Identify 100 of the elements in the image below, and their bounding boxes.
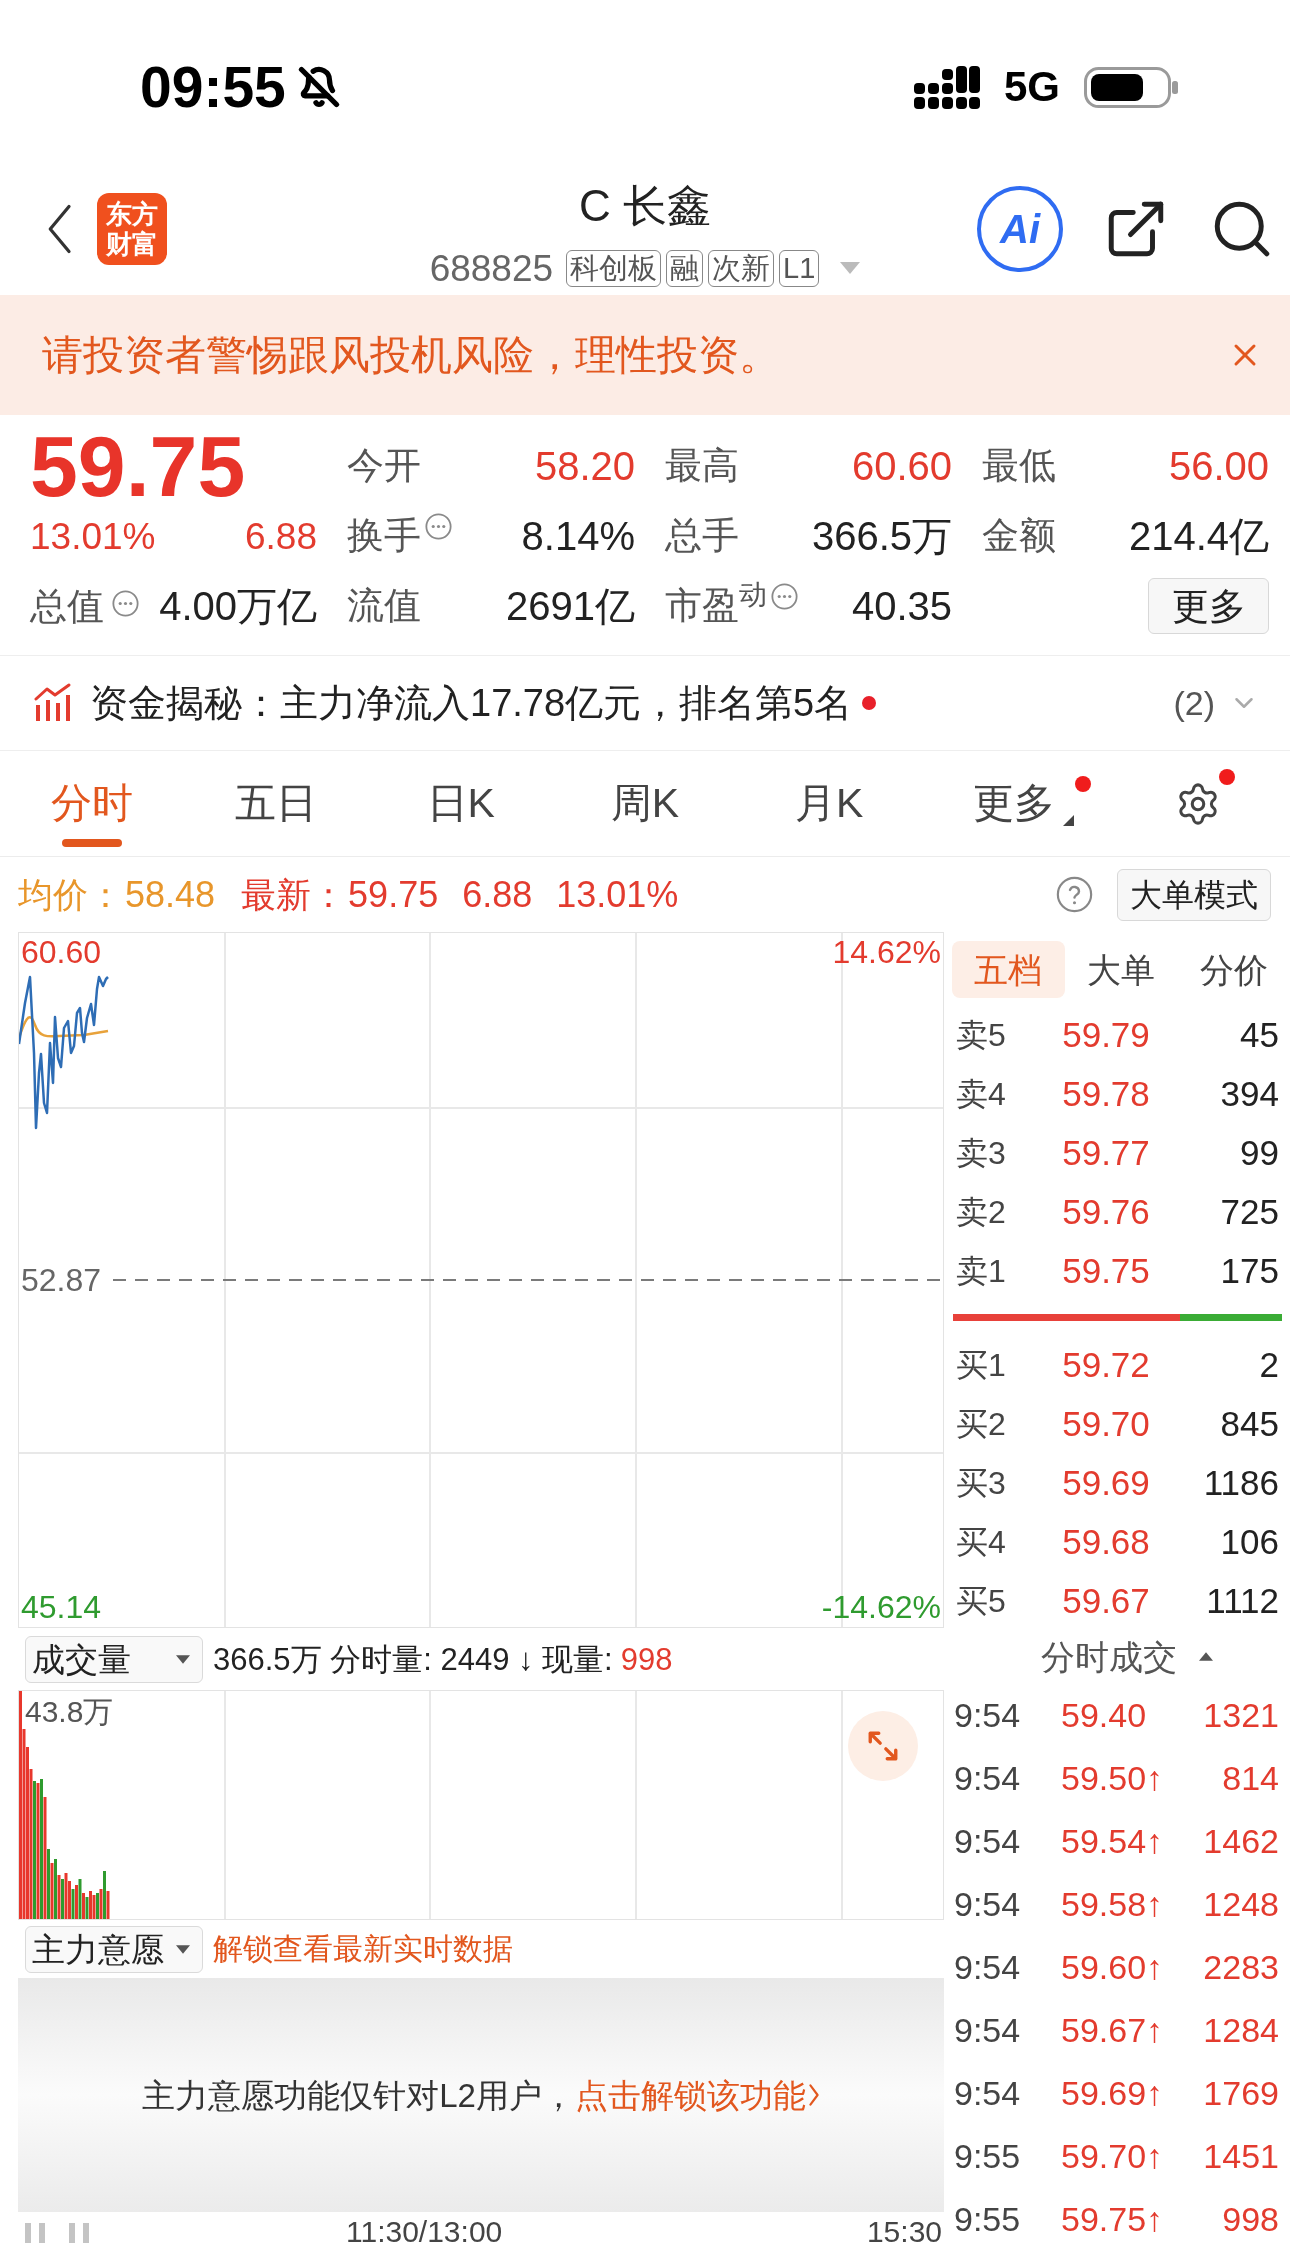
order-price: 59.68 xyxy=(1061,1524,1151,1559)
trades-title: 分时成交 xyxy=(1041,1639,1177,1674)
unlock-message: 主力意愿功能仅针对L2用户， xyxy=(142,2078,575,2112)
order-book-tab[interactable]: 大单 xyxy=(1064,941,1178,998)
order-volume: 175 xyxy=(1219,1253,1279,1288)
low-percent-label: -14.62% xyxy=(821,1591,941,1623)
order-volume: 845 xyxy=(1219,1406,1279,1441)
stat-label: 今开 xyxy=(347,444,421,488)
chart-tab[interactable]: 分时 xyxy=(51,751,134,856)
price-change: 6.88 xyxy=(462,876,533,913)
risk-notice-text: 请投资者警惕跟风投机风险，理性投资。 xyxy=(42,334,780,376)
ellipsis-circle-icon[interactable] xyxy=(112,589,139,617)
help-icon[interactable] xyxy=(1056,876,1093,913)
stock-tag: 融 xyxy=(666,249,704,287)
unlock-hint[interactable]: 解锁查看最新实时数据 xyxy=(213,1934,513,1964)
quote-price: 59.75 xyxy=(30,423,246,509)
stock-tag: L1 xyxy=(779,249,820,287)
stock-tag: 次新 xyxy=(708,249,775,287)
order-price: 59.69 xyxy=(1061,1465,1151,1500)
chart-tab[interactable]: 月K xyxy=(795,751,864,856)
fund-flow-count[interactable]: (2) xyxy=(1173,686,1215,720)
order-volume: 99 xyxy=(1239,1135,1279,1170)
chart-tab[interactable]: 五日 xyxy=(235,751,318,856)
more-button[interactable]: 更多 xyxy=(1148,578,1269,634)
average-price: 58.48 xyxy=(125,876,216,913)
tab-indicator xyxy=(62,839,123,847)
order-price: 59.70 xyxy=(1061,1406,1151,1441)
order-price: 59.72 xyxy=(1061,1347,1151,1382)
unlock-link[interactable]: 点击解锁该功能 xyxy=(574,2078,820,2112)
trade-time: 9:55 xyxy=(954,2138,1022,2173)
trade-volume: 1248 xyxy=(1203,1886,1279,1921)
trade-volume: 998 xyxy=(1222,2201,1279,2236)
change-amount: 6.88 xyxy=(245,517,317,555)
indicator-select[interactable]: 成交量 xyxy=(25,1635,203,1683)
order-level-label: 买1 xyxy=(956,1348,1007,1381)
order-level-label: 卖5 xyxy=(956,1018,1007,1051)
order-price: 59.77 xyxy=(1061,1135,1151,1170)
trade-time: 9:54 xyxy=(954,2012,1022,2047)
stat-label: 换手 xyxy=(347,514,421,558)
order-level-label: 买3 xyxy=(956,1466,1007,1499)
trade-price: 59.69↑ xyxy=(1061,2075,1165,2110)
ai-assistant-button[interactable]: Ai xyxy=(977,186,1063,272)
low-price-label: 45.14 xyxy=(21,1591,102,1623)
order-level-label: 买2 xyxy=(956,1407,1007,1440)
stock-tag: 科创板 xyxy=(566,249,662,287)
order-book-tab[interactable]: 分价 xyxy=(1177,941,1290,998)
trade-time: 9:54 xyxy=(954,1697,1022,1732)
trade-volume: 1462 xyxy=(1203,1823,1279,1858)
chart-tab[interactable]: 周K xyxy=(610,751,680,856)
order-price: 59.67 xyxy=(1061,1583,1151,1618)
stat-value: 214.4亿 xyxy=(1128,516,1269,556)
order-volume: 1186 xyxy=(1202,1465,1279,1500)
caret-icon xyxy=(840,262,861,274)
current-volume: 998 xyxy=(620,1643,673,1675)
trade-price: 59.50↑ xyxy=(1061,1760,1165,1795)
order-level-label: 卖3 xyxy=(956,1136,1007,1169)
indicator-select[interactable]: 主力意愿 xyxy=(25,1925,203,1973)
network-label: 5G xyxy=(1003,66,1060,108)
high-price-label: 60.60 xyxy=(21,936,102,968)
large-order-mode-button[interactable]: 大单模式 xyxy=(1117,868,1271,921)
trade-time: 9:54 xyxy=(954,1949,1022,1984)
battery-icon xyxy=(1084,66,1178,108)
order-volume: 725 xyxy=(1219,1194,1279,1229)
app-logo[interactable]: 东方 财富 xyxy=(97,193,167,265)
stat-label: 最高 xyxy=(665,444,739,488)
order-price: 59.76 xyxy=(1061,1194,1151,1229)
trade-price: 59.70↑ xyxy=(1061,2138,1165,2173)
trade-volume: 2283 xyxy=(1203,1949,1279,1984)
latest-price-label: 最新： xyxy=(241,877,347,912)
stat-label: 最低 xyxy=(982,444,1056,488)
caret-icon xyxy=(176,1944,190,1954)
trade-volume: 1284 xyxy=(1203,2012,1279,2047)
order-price: 59.75 xyxy=(1061,1253,1151,1288)
ellipsis-circle-icon[interactable] xyxy=(425,513,452,540)
time-axis-label: 11:30/13:00 xyxy=(346,2216,503,2247)
trade-time: 9:54 xyxy=(954,2075,1022,2110)
latest-price: 59.75 xyxy=(348,876,439,913)
trade-volume: 1321 xyxy=(1203,1697,1279,1732)
stat-value: 58.20 xyxy=(534,446,635,486)
status-time: 09:55 xyxy=(140,58,286,116)
ellipsis-circle-icon[interactable] xyxy=(771,583,798,610)
order-volume: 394 xyxy=(1219,1076,1279,1111)
signal-icon xyxy=(913,65,980,109)
change-percent: 13.01% xyxy=(30,517,156,555)
order-volume: 2 xyxy=(1258,1347,1279,1382)
order-price: 59.78 xyxy=(1061,1076,1151,1111)
volume-summary: 366.5万 分时量: 2449 ↓ 现量: xyxy=(213,1643,613,1675)
previous-close-label: 52.87 xyxy=(21,1264,102,1296)
order-price: 59.79 xyxy=(1061,1017,1151,1052)
stock-code: 688825 xyxy=(429,249,554,287)
total-value: 4.00万亿 xyxy=(159,586,317,626)
stat-label: 金额 xyxy=(982,514,1056,558)
chart-tab[interactable]: 更多 xyxy=(972,751,1055,856)
fund-flow-text[interactable]: 资金揭秘：主力净流入17.78亿元，排名第5名 xyxy=(90,684,853,722)
order-level-label: 卖1 xyxy=(956,1254,1007,1287)
bell-off-icon xyxy=(297,66,340,108)
corner-triangle-icon xyxy=(1062,815,1074,826)
chart-tab[interactable]: 日K xyxy=(426,751,495,856)
trade-price: 59.58↑ xyxy=(1061,1886,1165,1921)
stat-value: 2691亿 xyxy=(506,586,635,626)
